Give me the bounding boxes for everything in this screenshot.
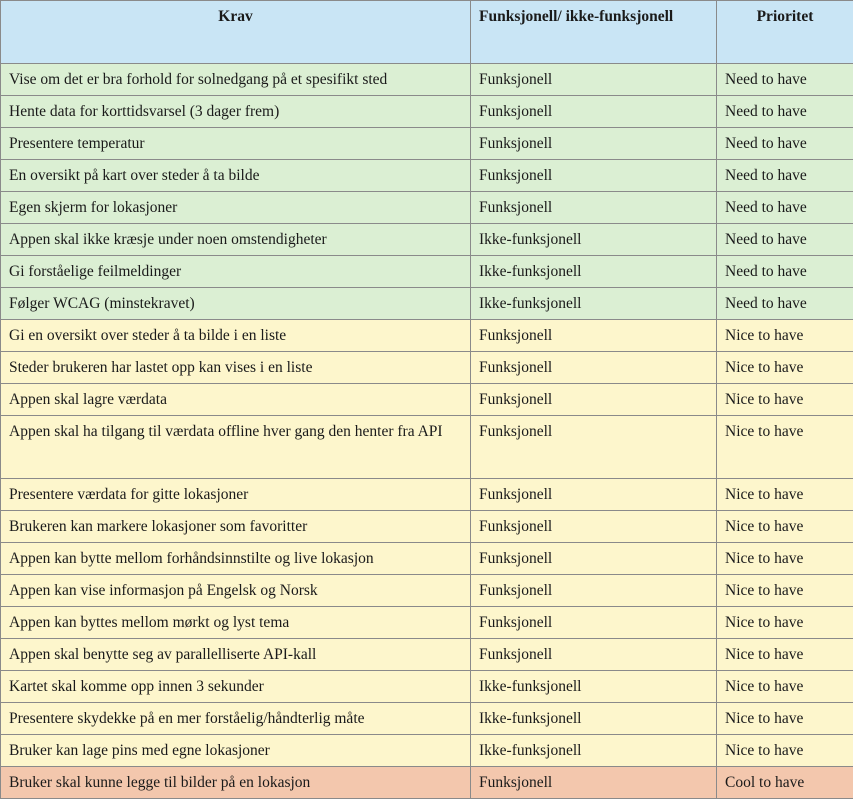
table-row: Vise om det er bra forhold for solnedgan…	[1, 64, 853, 96]
cell-prioritet: Need to have	[717, 288, 853, 320]
cell-type: Funksjonell	[471, 511, 717, 543]
cell-krav: Appen kan byttes mellom mørkt og lyst te…	[1, 607, 471, 639]
table-row: Appen skal ha tilgang til værdata offlin…	[1, 416, 853, 479]
header-row: Krav Funksjonell/ ikke-funksjonell Prior…	[1, 1, 853, 64]
cell-type: Funksjonell	[471, 767, 717, 799]
header-prioritet: Prioritet	[717, 1, 853, 64]
cell-prioritet: Nice to have	[717, 543, 853, 575]
cell-prioritet: Need to have	[717, 224, 853, 256]
cell-type: Funksjonell	[471, 543, 717, 575]
table-row: Kartet skal komme opp innen 3 sekunder I…	[1, 671, 853, 703]
cell-krav: Appen kan vise informasjon på Engelsk og…	[1, 575, 471, 607]
cell-prioritet: Cool to have	[717, 767, 853, 799]
cell-type: Funksjonell	[471, 352, 717, 384]
cell-krav: Kartet skal komme opp innen 3 sekunder	[1, 671, 471, 703]
cell-krav: Steder brukeren har lastet opp kan vises…	[1, 352, 471, 384]
table-row: Brukeren kan markere lokasjoner som favo…	[1, 511, 853, 543]
table-row: Presentere skydekke på en mer forståelig…	[1, 703, 853, 735]
cell-krav: Appen skal benytte seg av parallellisert…	[1, 639, 471, 671]
cell-krav: Hente data for korttidsvarsel (3 dager f…	[1, 96, 471, 128]
cell-type: Funksjonell	[471, 192, 717, 224]
cell-krav: En oversikt på kart over steder å ta bil…	[1, 160, 471, 192]
table-row: Følger WCAG (minstekravet) Ikke-funksjon…	[1, 288, 853, 320]
cell-type: Funksjonell	[471, 416, 717, 479]
cell-prioritet: Nice to have	[717, 607, 853, 639]
cell-type: Ikke-funksjonell	[471, 671, 717, 703]
table-row: Presentere værdata for gitte lokasjoner …	[1, 479, 853, 511]
cell-prioritet: Nice to have	[717, 639, 853, 671]
cell-type: Funksjonell	[471, 160, 717, 192]
cell-krav: Vise om det er bra forhold for solnedgan…	[1, 64, 471, 96]
table-row: Hente data for korttidsvarsel (3 dager f…	[1, 96, 853, 128]
header-krav: Krav	[1, 1, 471, 64]
header-type: Funksjonell/ ikke-funksjonell	[471, 1, 717, 64]
cell-krav: Følger WCAG (minstekravet)	[1, 288, 471, 320]
cell-prioritet: Need to have	[717, 256, 853, 288]
cell-type: Funksjonell	[471, 64, 717, 96]
cell-type: Funksjonell	[471, 384, 717, 416]
table-row: Bruker kan lage pins med egne lokasjoner…	[1, 735, 853, 767]
cell-type: Funksjonell	[471, 320, 717, 352]
table-row: En oversikt på kart over steder å ta bil…	[1, 160, 853, 192]
table-row: Gi en oversikt over steder å ta bilde i …	[1, 320, 853, 352]
cell-krav: Bruker kan lage pins med egne lokasjoner	[1, 735, 471, 767]
cell-krav: Bruker skal kunne legge til bilder på en…	[1, 767, 471, 799]
cell-prioritet: Need to have	[717, 128, 853, 160]
cell-type: Funksjonell	[471, 128, 717, 160]
cell-krav: Presentere værdata for gitte lokasjoner	[1, 479, 471, 511]
cell-prioritet: Nice to have	[717, 320, 853, 352]
cell-krav: Egen skjerm for lokasjoner	[1, 192, 471, 224]
table-row: Appen kan bytte mellom forhåndsinnstilte…	[1, 543, 853, 575]
cell-krav: Appen kan bytte mellom forhåndsinnstilte…	[1, 543, 471, 575]
cell-prioritet: Nice to have	[717, 352, 853, 384]
cell-type: Funksjonell	[471, 479, 717, 511]
cell-prioritet: Nice to have	[717, 575, 853, 607]
cell-prioritet: Nice to have	[717, 416, 853, 479]
cell-krav: Brukeren kan markere lokasjoner som favo…	[1, 511, 471, 543]
table-row: Presentere temperatur Funksjonell Need t…	[1, 128, 853, 160]
cell-type: Ikke-funksjonell	[471, 735, 717, 767]
table-row: Appen skal lagre værdata Funksjonell Nic…	[1, 384, 853, 416]
table-body: Vise om det er bra forhold for solnedgan…	[1, 64, 853, 799]
table-row: Appen skal ikke kræsje under noen omsten…	[1, 224, 853, 256]
table-row: Appen kan byttes mellom mørkt og lyst te…	[1, 607, 853, 639]
cell-prioritet: Nice to have	[717, 735, 853, 767]
cell-type: Funksjonell	[471, 639, 717, 671]
cell-prioritet: Nice to have	[717, 479, 853, 511]
cell-type: Ikke-funksjonell	[471, 703, 717, 735]
requirements-table: Krav Funksjonell/ ikke-funksjonell Prior…	[0, 0, 853, 799]
cell-type: Ikke-funksjonell	[471, 256, 717, 288]
cell-type: Funksjonell	[471, 96, 717, 128]
table-row: Steder brukeren har lastet opp kan vises…	[1, 352, 853, 384]
cell-prioritet: Nice to have	[717, 384, 853, 416]
cell-type: Ikke-funksjonell	[471, 224, 717, 256]
table-row: Appen kan vise informasjon på Engelsk og…	[1, 575, 853, 607]
cell-prioritet: Need to have	[717, 160, 853, 192]
cell-prioritet: Need to have	[717, 64, 853, 96]
table-row: Appen skal benytte seg av parallellisert…	[1, 639, 853, 671]
table-row: Bruker skal kunne legge til bilder på en…	[1, 767, 853, 799]
cell-krav: Appen skal ikke kræsje under noen omsten…	[1, 224, 471, 256]
cell-type: Funksjonell	[471, 607, 717, 639]
cell-krav: Gi en oversikt over steder å ta bilde i …	[1, 320, 471, 352]
cell-prioritet: Need to have	[717, 192, 853, 224]
cell-type: Funksjonell	[471, 575, 717, 607]
cell-prioritet: Need to have	[717, 96, 853, 128]
cell-prioritet: Nice to have	[717, 703, 853, 735]
cell-krav: Presentere skydekke på en mer forståelig…	[1, 703, 471, 735]
cell-prioritet: Nice to have	[717, 671, 853, 703]
cell-krav: Presentere temperatur	[1, 128, 471, 160]
cell-krav: Appen skal ha tilgang til værdata offlin…	[1, 416, 471, 479]
cell-prioritet: Nice to have	[717, 511, 853, 543]
table-row: Egen skjerm for lokasjoner Funksjonell N…	[1, 192, 853, 224]
cell-krav: Appen skal lagre værdata	[1, 384, 471, 416]
table-row: Gi forståelige feilmeldinger Ikke-funksj…	[1, 256, 853, 288]
cell-krav: Gi forståelige feilmeldinger	[1, 256, 471, 288]
cell-type: Ikke-funksjonell	[471, 288, 717, 320]
